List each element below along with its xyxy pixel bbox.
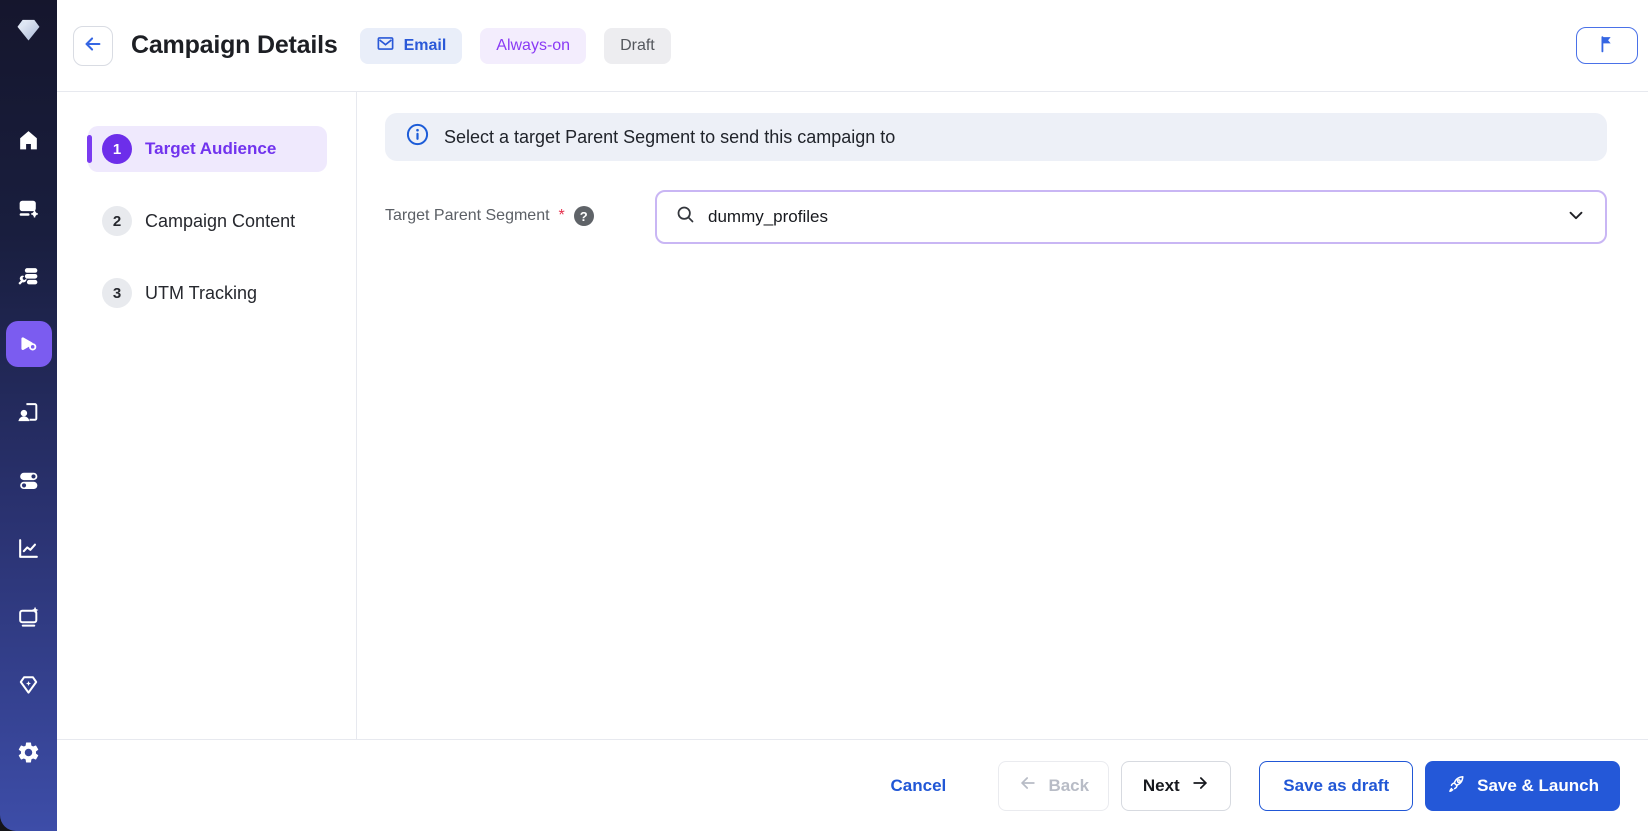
status-badge: Draft bbox=[604, 27, 671, 64]
next-step-button[interactable]: Next bbox=[1121, 760, 1232, 811]
envelope-icon bbox=[376, 34, 395, 58]
main-content: Select a target Parent Segment to send t… bbox=[357, 92, 1648, 739]
sidebar-item-journeys[interactable] bbox=[6, 457, 52, 503]
sidebar bbox=[0, 0, 57, 831]
sidebar-item-activations[interactable] bbox=[6, 593, 52, 639]
field-label-text: Target Parent Segment bbox=[385, 207, 550, 224]
active-step-accent-bar bbox=[87, 135, 92, 163]
schedule-badge-label: Always-on bbox=[496, 36, 571, 54]
parent-segment-input[interactable] bbox=[708, 207, 1553, 227]
brand-logo bbox=[13, 14, 44, 45]
rocket-icon bbox=[1446, 773, 1467, 799]
channel-badge: Email bbox=[359, 27, 463, 64]
megaphone-icon bbox=[16, 331, 42, 357]
sidebar-item-home[interactable] bbox=[6, 117, 52, 163]
diamond-sparkle-icon bbox=[16, 672, 41, 697]
sidebar-item-data-settings[interactable] bbox=[6, 185, 52, 231]
step-label: Target Audience bbox=[145, 139, 277, 158]
sidebar-item-profiles[interactable] bbox=[6, 389, 52, 435]
schedule-badge: Always-on bbox=[480, 27, 587, 64]
sidebar-item-campaigns[interactable] bbox=[5, 321, 52, 367]
badges: Email Always-on Draft bbox=[359, 27, 671, 64]
field-label: Target Parent Segment * ? bbox=[385, 206, 594, 226]
line-chart-icon bbox=[16, 536, 41, 561]
footer-actions: Cancel Back Next Save as draft Save & La… bbox=[57, 739, 1648, 831]
toggles-icon bbox=[16, 468, 41, 493]
sidebar-item-gem[interactable] bbox=[6, 661, 52, 707]
screen-sparkle-icon bbox=[16, 604, 41, 629]
save-and-launch-button[interactable]: Save & Launch bbox=[1425, 760, 1620, 811]
channel-badge-label: Email bbox=[403, 36, 447, 54]
page-header: Campaign Details Email Always-on Draft bbox=[57, 0, 1648, 92]
info-banner-text: Select a target Parent Segment to send t… bbox=[444, 126, 896, 147]
page-title: Campaign Details bbox=[131, 31, 338, 59]
arrow-left-icon bbox=[1018, 773, 1038, 798]
step-number: 3 bbox=[102, 278, 132, 308]
required-asterisk: * bbox=[558, 207, 565, 224]
info-banner: Select a target Parent Segment to send t… bbox=[385, 113, 1607, 161]
sidebar-item-analytics[interactable] bbox=[6, 525, 52, 571]
parent-segment-select[interactable] bbox=[655, 190, 1607, 244]
step-number: 1 bbox=[102, 134, 132, 164]
step-utm-tracking[interactable]: 3 UTM Tracking bbox=[57, 270, 356, 316]
next-step-label: Next bbox=[1142, 775, 1180, 795]
arrow-left-icon bbox=[82, 33, 104, 58]
arrow-right-icon bbox=[1190, 773, 1210, 798]
back-button[interactable] bbox=[73, 25, 113, 66]
sidebar-item-settings[interactable] bbox=[6, 729, 52, 775]
step-number: 2 bbox=[102, 206, 132, 236]
sidebar-item-database-tools[interactable] bbox=[6, 253, 52, 299]
step-nav: 1 Target Audience 2 Campaign Content 3 U… bbox=[57, 92, 357, 739]
home-icon bbox=[16, 128, 41, 153]
back-step-button[interactable]: Back bbox=[998, 760, 1110, 811]
status-badge-label: Draft bbox=[620, 36, 655, 54]
save-and-launch-label: Save & Launch bbox=[1477, 775, 1599, 795]
info-icon bbox=[405, 122, 430, 152]
person-document-icon bbox=[16, 400, 41, 425]
back-step-label: Back bbox=[1048, 775, 1090, 795]
cancel-button[interactable]: Cancel bbox=[880, 760, 957, 811]
step-label: Campaign Content bbox=[145, 210, 296, 231]
step-campaign-content[interactable]: 2 Campaign Content bbox=[57, 198, 356, 244]
save-as-draft-button[interactable]: Save as draft bbox=[1259, 760, 1414, 811]
chevron-down-icon[interactable] bbox=[1565, 204, 1587, 231]
step-target-audience[interactable]: 1 Target Audience bbox=[87, 126, 327, 172]
server-gear-icon bbox=[16, 196, 41, 221]
database-wrench-icon bbox=[16, 264, 41, 289]
step-label: UTM Tracking bbox=[145, 282, 258, 303]
search-icon bbox=[675, 204, 696, 230]
flag-button[interactable] bbox=[1576, 27, 1638, 64]
sidebar-nav bbox=[0, 117, 57, 775]
help-icon[interactable]: ? bbox=[573, 206, 594, 226]
gear-icon bbox=[16, 740, 41, 765]
flag-icon bbox=[1596, 33, 1618, 58]
